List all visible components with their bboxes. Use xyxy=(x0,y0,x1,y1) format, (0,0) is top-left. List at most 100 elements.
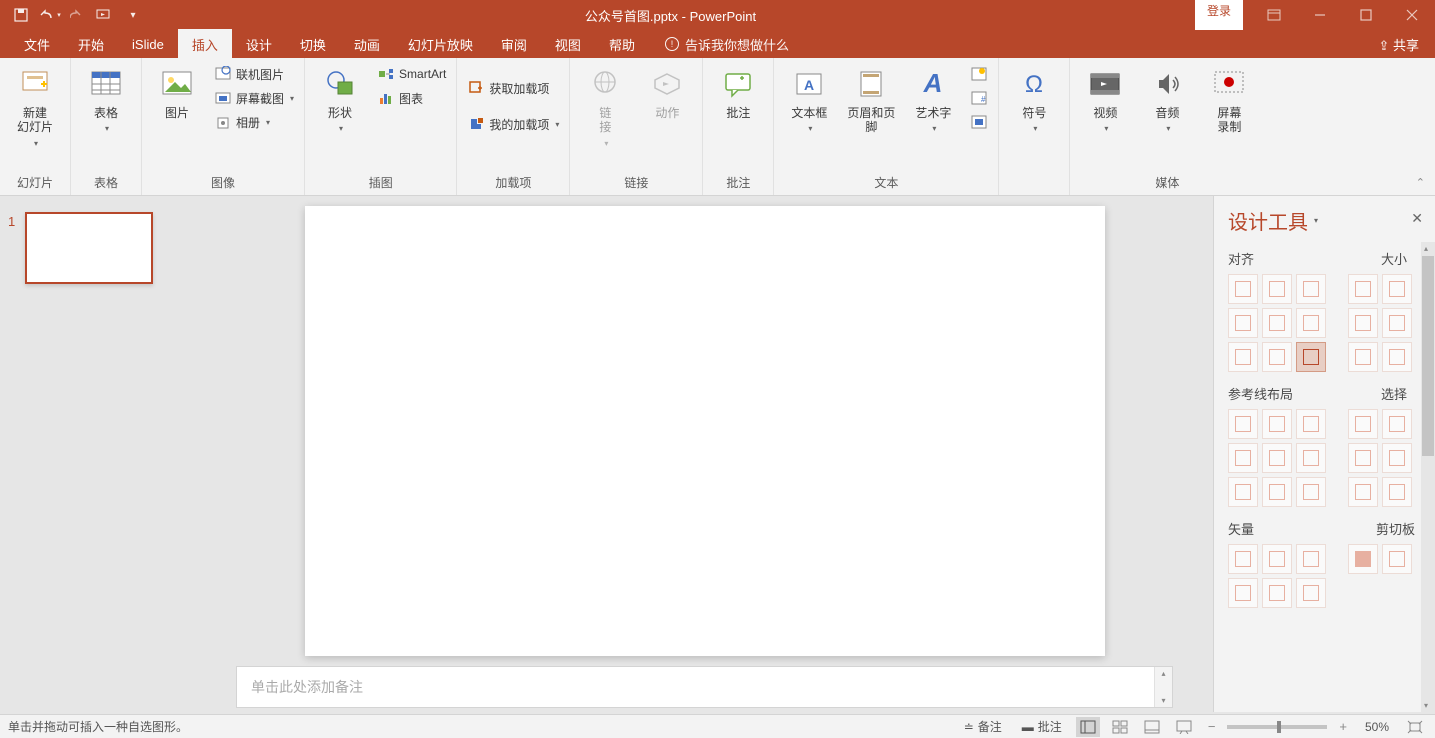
guide-9-button[interactable] xyxy=(1296,477,1326,507)
tab-animation[interactable]: 动画 xyxy=(340,29,394,59)
redo-icon[interactable] xyxy=(64,2,90,28)
tab-slideshow[interactable]: 幻灯片放映 xyxy=(394,29,487,59)
tab-review[interactable]: 审阅 xyxy=(487,29,541,59)
video-button[interactable]: 视频 ▾ xyxy=(1076,62,1134,137)
guide-6-button[interactable] xyxy=(1296,443,1326,473)
same-width-button[interactable] xyxy=(1348,274,1378,304)
fit-button[interactable] xyxy=(1382,342,1412,372)
reading-view-button[interactable] xyxy=(1140,717,1164,737)
select-1-button[interactable] xyxy=(1348,409,1378,439)
thumbnail-slide[interactable] xyxy=(25,212,153,284)
zoom-slider-thumb[interactable] xyxy=(1277,721,1281,733)
new-slide-button[interactable]: 新建 幻灯片 ▾ xyxy=(6,62,64,152)
tab-design[interactable]: 设计 xyxy=(232,29,286,59)
scale-down-button[interactable] xyxy=(1348,342,1378,372)
undo-icon[interactable]: ▾ xyxy=(36,2,62,28)
align-center-button[interactable] xyxy=(1262,274,1292,304)
shapes-button[interactable]: 形状 ▾ xyxy=(311,62,369,137)
tab-islide[interactable]: iSlide xyxy=(118,31,178,57)
vector-1-button[interactable] xyxy=(1228,544,1258,574)
zoom-out-button[interactable]: − xyxy=(1204,719,1220,734)
paste-button[interactable] xyxy=(1348,544,1378,574)
notes-pane[interactable]: 单击此处添加备注 ▴▾ xyxy=(236,666,1173,708)
select-2-button[interactable] xyxy=(1382,409,1412,439)
zoom-level[interactable]: 50% xyxy=(1359,720,1395,734)
symbol-button[interactable]: Ω 符号 ▾ xyxy=(1005,62,1063,137)
select-5-button[interactable] xyxy=(1348,477,1378,507)
guide-4-button[interactable] xyxy=(1228,443,1258,473)
notes-toggle-button[interactable]: ≐备注 xyxy=(958,718,1008,735)
tab-view[interactable]: 视图 xyxy=(541,29,595,59)
screen-recording-button[interactable]: 屏幕 录制 xyxy=(1200,62,1258,139)
wordart-button[interactable]: A 艺术字 ▾ xyxy=(904,62,962,137)
table-button[interactable]: 表格 ▾ xyxy=(77,62,135,137)
ribbon-options-icon[interactable] xyxy=(1251,0,1297,30)
thumbnail-1[interactable]: 1 xyxy=(8,212,168,284)
slide-thumbnails[interactable]: 1 xyxy=(0,196,176,712)
comments-toggle-button[interactable]: ▬批注 xyxy=(1016,718,1068,735)
album-button[interactable]: 相册▾ xyxy=(210,110,298,134)
vector-4-button[interactable] xyxy=(1228,578,1258,608)
tab-file[interactable]: 文件 xyxy=(10,29,64,59)
pane-scrollbar[interactable]: ▴ ▾ xyxy=(1421,242,1435,712)
login-button[interactable]: 登录 xyxy=(1195,0,1243,30)
textbox-button[interactable]: A 文本框 ▾ xyxy=(780,62,838,137)
tab-insert[interactable]: 插入 xyxy=(178,29,232,59)
close-icon[interactable] xyxy=(1389,0,1435,30)
vector-6-button[interactable] xyxy=(1296,578,1326,608)
guide-7-button[interactable] xyxy=(1228,477,1258,507)
get-addins-button[interactable]: 获取加载项 xyxy=(463,76,563,100)
tell-me-search[interactable]: ! 告诉我你想做什么 xyxy=(665,35,789,54)
maximize-icon[interactable] xyxy=(1343,0,1389,30)
distribute-v-button[interactable] xyxy=(1262,342,1292,372)
minimize-icon[interactable] xyxy=(1297,0,1343,30)
slideshow-view-button[interactable] xyxy=(1172,717,1196,737)
share-button[interactable]: ⇪ 共享 xyxy=(1378,35,1419,54)
qat-customize-icon[interactable]: ▾ xyxy=(120,2,146,28)
sorter-view-button[interactable] xyxy=(1108,717,1132,737)
smartart-button[interactable]: SmartArt xyxy=(373,62,450,86)
headerfooter-button[interactable]: 页眉和页脚 xyxy=(842,62,900,139)
fit-window-button[interactable] xyxy=(1403,717,1427,737)
tab-home[interactable]: 开始 xyxy=(64,29,118,59)
online-picture-button[interactable]: 联机图片 xyxy=(210,62,298,86)
guide-8-button[interactable] xyxy=(1262,477,1292,507)
date-button[interactable] xyxy=(966,62,992,86)
pane-close-button[interactable]: ✕ xyxy=(1411,210,1423,227)
guide-5-button[interactable] xyxy=(1262,443,1292,473)
notes-scrollbar[interactable]: ▴▾ xyxy=(1154,667,1172,707)
pane-scroll-thumb[interactable] xyxy=(1422,256,1434,456)
align-middle-button[interactable] xyxy=(1262,308,1292,338)
scale-up-button[interactable] xyxy=(1382,308,1412,338)
ribbon-collapse-button[interactable]: ⌃ xyxy=(1416,176,1425,189)
start-from-beginning-icon[interactable] xyxy=(92,2,118,28)
tab-transition[interactable]: 切换 xyxy=(286,29,340,59)
zoom-in-button[interactable]: + xyxy=(1335,719,1351,734)
select-6-button[interactable] xyxy=(1382,477,1412,507)
object-button[interactable] xyxy=(966,110,992,134)
save-icon[interactable] xyxy=(8,2,34,28)
guide-3-button[interactable] xyxy=(1296,409,1326,439)
slide-number-button[interactable]: # xyxy=(966,86,992,110)
tab-help[interactable]: 帮助 xyxy=(595,29,649,59)
my-addins-button[interactable]: 我的加载项▾ xyxy=(463,112,563,136)
swap-button[interactable] xyxy=(1296,342,1326,372)
audio-button[interactable]: 音频 ▾ xyxy=(1138,62,1196,137)
copy-button[interactable] xyxy=(1382,544,1412,574)
same-size-button[interactable] xyxy=(1348,308,1378,338)
screenshot-button[interactable]: 屏幕截图▾ xyxy=(210,86,298,110)
align-top-button[interactable] xyxy=(1228,308,1258,338)
same-height-button[interactable] xyxy=(1382,274,1412,304)
guide-2-button[interactable] xyxy=(1262,409,1292,439)
chart-button[interactable]: 图表 xyxy=(373,86,450,110)
select-4-button[interactable] xyxy=(1382,443,1412,473)
align-left-button[interactable] xyxy=(1228,274,1258,304)
normal-view-button[interactable] xyxy=(1076,717,1100,737)
comment-button[interactable]: 批注 xyxy=(709,62,767,124)
zoom-slider[interactable] xyxy=(1227,725,1327,729)
slide-canvas[interactable] xyxy=(305,206,1105,656)
guide-1-button[interactable] xyxy=(1228,409,1258,439)
picture-button[interactable]: 图片 xyxy=(148,62,206,124)
distribute-h-button[interactable] xyxy=(1228,342,1258,372)
vector-3-button[interactable] xyxy=(1296,544,1326,574)
